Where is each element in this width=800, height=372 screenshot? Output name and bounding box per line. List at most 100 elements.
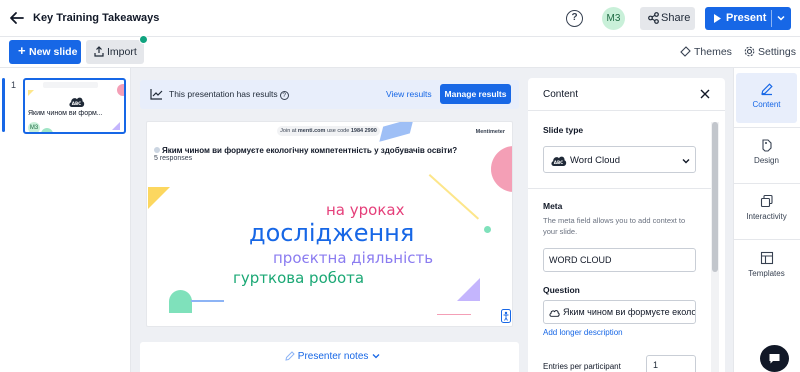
- toolbar: + New slide Import Themes Settings: [0, 35, 800, 68]
- pencil-icon: [285, 351, 295, 361]
- tab-separator: [734, 239, 800, 240]
- themes-button[interactable]: Themes: [680, 46, 732, 58]
- back-arrow-icon[interactable]: [8, 9, 26, 27]
- join-site: menti.com: [297, 128, 326, 134]
- deco-purple-triangle: [457, 278, 480, 301]
- tab-interactivity[interactable]: Interactivity: [736, 187, 797, 237]
- share-icon: [648, 12, 659, 24]
- tab-templates-label: Templates: [748, 269, 785, 278]
- share-label: Share: [661, 12, 691, 24]
- entries-per-participant-label: Entries per participant: [543, 362, 621, 371]
- upload-icon: [94, 46, 104, 57]
- question-label: Question: [543, 285, 580, 295]
- deco-yellow-triangle: [148, 187, 170, 209]
- presenter-notes[interactable]: Presenter notes: [140, 342, 519, 372]
- question-bullet: [154, 147, 160, 153]
- word-cloud-word: гурткова робота: [233, 269, 365, 287]
- entries-per-participant-input[interactable]: 1: [646, 355, 696, 372]
- banner-message-text: This presentation has results: [169, 89, 278, 99]
- join-code-label: use code: [326, 128, 350, 134]
- chevron-down-icon[interactable]: [776, 13, 786, 23]
- editor-tabs: Content Design Interactivity Templates: [733, 68, 800, 372]
- top-bar: Key Training Takeaways ? M3 Share Presen…: [0, 0, 800, 37]
- templates-icon: [760, 251, 773, 265]
- accessibility-icon[interactable]: [501, 309, 511, 323]
- deco-blue-line: [191, 300, 224, 302]
- slide-thumbnail[interactable]: ABC Яким чином ви форм... M3: [23, 78, 126, 134]
- add-longer-description-link[interactable]: Add longer description: [543, 328, 623, 337]
- share-button[interactable]: Share: [640, 7, 695, 30]
- word-cloud-word: проєктна діяльність: [273, 249, 434, 267]
- chevron-down-icon: [682, 159, 690, 164]
- question-field[interactable]: Яким чином ви формуєте екологічну компет…: [543, 300, 696, 324]
- content-panel: Content Slide type ABC Word Cloud Meta T…: [528, 78, 725, 372]
- info-icon[interactable]: ?: [279, 91, 289, 100]
- deco-green-semicircle: [169, 290, 192, 313]
- thumb-title: Яким чином ви форм...: [28, 110, 103, 117]
- tab-separator: [734, 183, 800, 184]
- interactivity-icon: [760, 194, 773, 208]
- play-icon: [714, 14, 721, 23]
- gear-icon: [744, 46, 755, 57]
- slide-type-label: Slide type: [543, 125, 584, 135]
- thumb-green-shape: [41, 128, 53, 132]
- deco-yellow-line: [428, 174, 480, 220]
- chevron-down-icon: [372, 354, 380, 359]
- deco-green-dot: [484, 226, 491, 233]
- panel-scrollbar-thumb[interactable]: [712, 122, 718, 272]
- chat-icon: [769, 354, 780, 364]
- panel-title: Content: [543, 89, 579, 100]
- view-results-link[interactable]: View results: [386, 89, 432, 99]
- panel-header: Content: [528, 78, 725, 111]
- word-cloud-icon: ABC: [69, 97, 85, 107]
- svg-text:ABC: ABC: [72, 101, 82, 106]
- presentation-title[interactable]: Key Training Takeaways: [33, 12, 159, 24]
- themes-label: Themes: [694, 46, 732, 58]
- manage-results-button[interactable]: Manage results: [440, 84, 511, 104]
- thumb-avatar: M3: [28, 122, 40, 132]
- presenter-notes-toggle[interactable]: Presenter notes: [285, 351, 381, 362]
- plus-icon: +: [18, 43, 26, 58]
- active-slide-indicator: [2, 78, 5, 132]
- present-label: Present: [726, 12, 767, 24]
- notification-dot: [139, 35, 148, 44]
- tab-interactivity-label: Interactivity: [746, 212, 787, 221]
- banner-message: This presentation has results?: [169, 89, 289, 100]
- avatar[interactable]: M3: [602, 7, 625, 30]
- chat-button[interactable]: [760, 345, 789, 372]
- meta-field[interactable]: WORD CLOUD: [543, 248, 696, 272]
- import-button[interactable]: Import: [86, 35, 148, 64]
- help-icon[interactable]: ?: [566, 10, 583, 27]
- present-button[interactable]: Present: [705, 7, 791, 30]
- new-slide-button[interactable]: + New slide: [9, 40, 81, 64]
- meta-label: Meta: [543, 201, 563, 211]
- slide-question-text: Яким чином ви формуєте екологічну компет…: [162, 146, 458, 155]
- tab-design[interactable]: Design: [736, 131, 797, 181]
- slide-type-select[interactable]: ABC Word Cloud: [543, 146, 696, 173]
- tab-content[interactable]: Content: [736, 73, 797, 123]
- settings-button[interactable]: Settings: [744, 46, 796, 58]
- import-label: Import: [107, 46, 137, 58]
- join-instructions: Join at menti.com use code 1984 2990: [277, 126, 380, 136]
- new-slide-label: New slide: [29, 46, 78, 58]
- svg-text:ABC: ABC: [554, 160, 564, 165]
- line-chart-icon: [150, 89, 163, 100]
- slide-type-value: Word Cloud: [570, 155, 620, 166]
- slide-canvas[interactable]: Join at menti.com use code 1984 2990 Men…: [146, 121, 513, 327]
- deco-pink-circle: [491, 146, 512, 192]
- present-divider: [771, 10, 772, 27]
- palette-icon: [680, 46, 691, 57]
- thumb-yellow-shape: [28, 90, 34, 96]
- panel-divider: [528, 188, 711, 189]
- palette-icon: [761, 139, 772, 152]
- presenter-notes-label: Presenter notes: [297, 351, 369, 362]
- mentimeter-logo: Mentimeter: [475, 129, 505, 135]
- tab-templates[interactable]: Templates: [736, 248, 797, 298]
- word-cloud-word: на уроках: [326, 201, 405, 219]
- deco-pink-line: [437, 314, 471, 315]
- tab-design-label: Design: [754, 156, 779, 165]
- word-cloud-icon: ABC: [551, 156, 567, 166]
- thumb-purple-shape: [112, 122, 120, 130]
- close-icon[interactable]: [699, 88, 711, 100]
- question-field-value: Яким чином ви формуєте екологічну компет…: [563, 307, 696, 317]
